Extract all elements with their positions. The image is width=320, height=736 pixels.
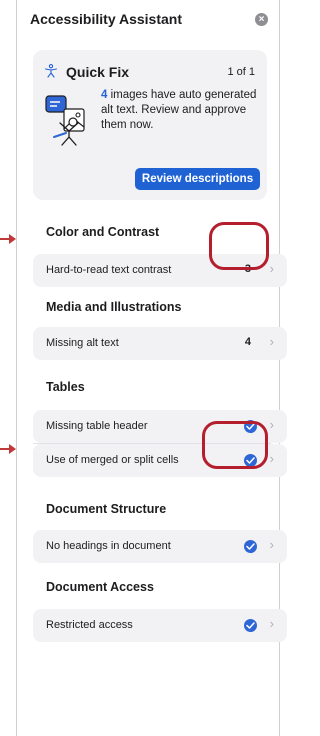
- image-person-illustration-icon: [45, 95, 85, 146]
- quick-fix-count: 1 of 1: [227, 66, 255, 78]
- panel-title: Accessibility Assistant: [30, 11, 182, 27]
- close-icon[interactable]: ×: [255, 13, 268, 26]
- item-label: Restricted access: [46, 619, 133, 631]
- check-icon: [244, 619, 257, 632]
- check-icon: [244, 540, 257, 553]
- chevron-right-icon: ›: [269, 451, 274, 466]
- callout-arrow-head-table-header: [9, 444, 16, 454]
- accessibility-assistant-panel: Accessibility Assistant × Quick Fix 1 of…: [16, 0, 287, 736]
- chevron-right-icon: ›: [269, 417, 274, 432]
- quick-fix-description-text: images have auto generated alt text. Rev…: [101, 89, 257, 131]
- section-title-media: Media and Illustrations: [46, 300, 182, 314]
- section-title-document-structure: Document Structure: [46, 502, 167, 516]
- list-item-missing-alt-text[interactable]: Missing alt text 4 ›: [33, 327, 287, 360]
- item-label: Use of merged or split cells: [46, 454, 179, 466]
- accessibility-person-icon: [44, 64, 58, 78]
- quick-fix-description: 4 images have auto generated alt text. R…: [101, 88, 261, 133]
- section-title-color-contrast: Color and Contrast: [46, 225, 160, 239]
- chevron-right-icon: ›: [269, 616, 274, 631]
- item-label: No headings in document: [46, 540, 171, 552]
- list-item-restricted-access[interactable]: Restricted access ›: [33, 609, 287, 642]
- review-descriptions-button[interactable]: Review descriptions: [135, 168, 260, 190]
- chevron-right-icon: ›: [269, 334, 274, 349]
- section-title-document-access: Document Access: [46, 580, 154, 594]
- item-label: Missing alt text: [46, 337, 119, 349]
- panel-header: Accessibility Assistant ×: [17, 0, 281, 40]
- highlight-oval-contrast-count: [209, 222, 269, 270]
- section-title-tables: Tables: [46, 380, 85, 394]
- list-item-no-headings[interactable]: No headings in document ›: [33, 530, 287, 563]
- callout-arrow-head-contrast: [9, 234, 16, 244]
- chevron-right-icon: ›: [269, 261, 274, 276]
- chevron-right-icon: ›: [269, 537, 274, 552]
- quick-fix-card: Quick Fix 1 of 1 4 images have auto gene…: [33, 50, 267, 200]
- item-label: Missing table header: [46, 420, 148, 432]
- quick-fix-title: Quick Fix: [66, 64, 130, 80]
- item-label: Hard-to-read text contrast: [46, 264, 172, 276]
- highlight-oval-table-header-check: [202, 421, 268, 469]
- item-count: 4: [244, 336, 251, 348]
